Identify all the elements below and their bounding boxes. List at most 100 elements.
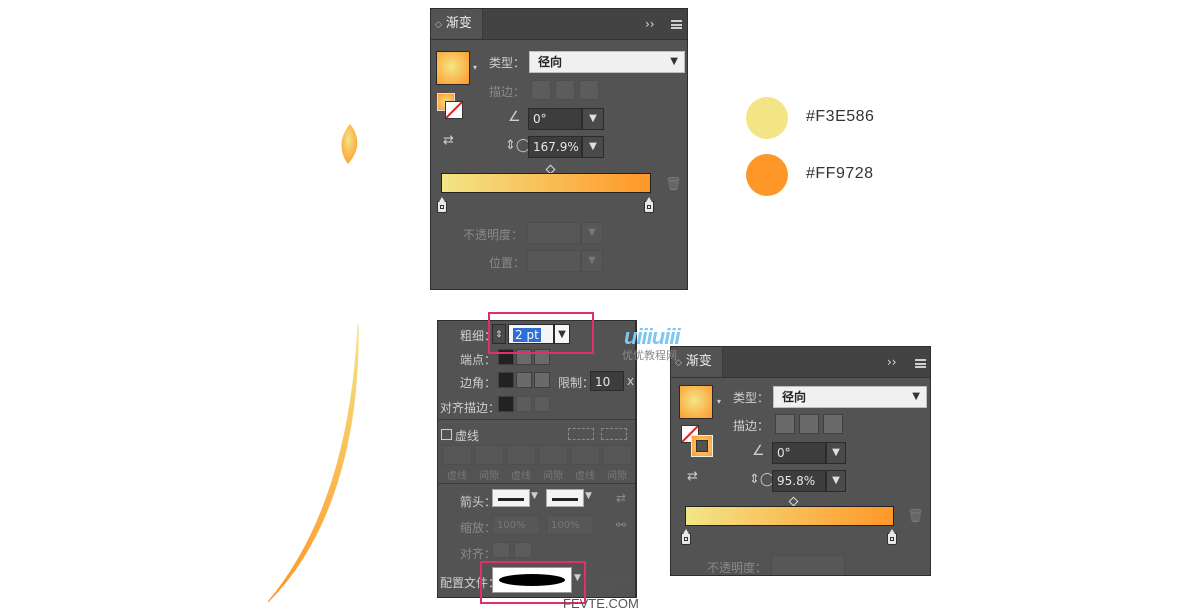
align-outside-button[interactable]: [534, 396, 550, 412]
divider: [438, 419, 635, 420]
type-select[interactable]: 径向 ▼: [529, 51, 685, 73]
chevron-down-icon[interactable]: ▼: [585, 491, 592, 501]
uiiiuiii-text: 优优教程网: [622, 350, 677, 362]
stroke-across-button[interactable]: [579, 80, 599, 100]
more-icon[interactable]: ››: [887, 347, 897, 377]
petal-shape: [341, 124, 358, 164]
opacity-input[interactable]: [527, 222, 581, 244]
legend-label-orange: #FF9728: [806, 165, 874, 182]
scale-value-start: 100%: [497, 520, 526, 531]
dash-gap-input[interactable]: [442, 445, 472, 465]
position-dropdown[interactable]: ▼: [581, 250, 603, 272]
align-inside-button[interactable]: [516, 396, 532, 412]
scale-input-end[interactable]: 100%: [546, 515, 594, 535]
color-stop-right[interactable]: [644, 197, 654, 213]
tab-gradient[interactable]: ◇ 渐变: [431, 9, 483, 39]
swap-arrows-icon[interactable]: ⇄: [616, 491, 626, 505]
legend-swatch-orange: [746, 154, 788, 196]
angle-dropdown[interactable]: ▼: [582, 108, 604, 130]
start-arrow-select[interactable]: [492, 489, 530, 507]
dash-gap-input[interactable]: [602, 445, 632, 465]
tab-title: 渐变: [445, 16, 472, 31]
dash-gap-input[interactable]: [570, 445, 600, 465]
aspect-ratio-input[interactable]: 95.8%: [772, 470, 826, 492]
link-icon[interactable]: ⚯: [616, 518, 626, 532]
position-input[interactable]: [527, 250, 581, 272]
panel-menu-icon[interactable]: [915, 359, 926, 368]
gradient-slider[interactable]: [441, 173, 651, 193]
aspect-ratio-icon: ⇕◯: [505, 138, 531, 153]
opacity-dropdown[interactable]: ▼: [581, 222, 603, 244]
arrow-tip-at-end-button[interactable]: [514, 542, 532, 558]
aspect-dropdown[interactable]: ▼: [582, 136, 604, 158]
reverse-gradient-icon[interactable]: ⇄: [687, 469, 698, 484]
stroke-across-button[interactable]: [823, 414, 843, 434]
end-arrow-select[interactable]: [546, 489, 584, 507]
stroke-within-button[interactable]: [531, 80, 551, 100]
stroke-label: 描边：: [489, 85, 526, 99]
color-stop-left[interactable]: [437, 197, 447, 213]
dashed-label: 虚线: [455, 429, 480, 443]
opacity-input[interactable]: [771, 555, 845, 575]
scale-value-end: 100%: [551, 520, 580, 531]
stroke-swatch-none[interactable]: [445, 101, 463, 119]
chevron-down-icon[interactable]: ▼: [531, 491, 538, 501]
limit-unit: x: [627, 374, 635, 388]
dash-gap-input[interactable]: [538, 445, 568, 465]
dash-align-icon[interactable]: [601, 428, 627, 440]
stroke-along-button[interactable]: [799, 414, 819, 434]
stroke-along-button[interactable]: [555, 80, 575, 100]
panel-tabbar: ◇ 渐变 ››: [431, 9, 687, 40]
aspect-dropdown[interactable]: ▼: [826, 470, 846, 492]
dash-preserve-icon[interactable]: [568, 428, 594, 440]
scale-input-start[interactable]: 100%: [492, 515, 540, 535]
color-stop-left[interactable]: [681, 529, 691, 545]
swatch-dropdown-icon[interactable]: ▾: [717, 397, 721, 406]
align-label: 对齐：: [460, 547, 497, 561]
fevte-text: 飞特网: [584, 576, 630, 593]
aspect-ratio-icon: ⇕◯: [749, 472, 775, 487]
color-stop-right[interactable]: [887, 529, 897, 545]
angle-input[interactable]: 0°: [528, 108, 582, 130]
tab-gradient[interactable]: ◇ 渐变: [671, 347, 723, 377]
stroke-within-button[interactable]: [775, 414, 795, 434]
trash-icon[interactable]: 🗑: [665, 177, 682, 192]
angle-icon: ∠: [508, 109, 521, 125]
arrow-tip-beyond-button[interactable]: [492, 542, 510, 558]
panel-menu-icon[interactable]: [671, 20, 682, 29]
type-select[interactable]: 径向 ▼: [773, 386, 927, 408]
collapse-icon[interactable]: ◇: [435, 20, 442, 30]
midpoint-diamond-icon[interactable]: [788, 496, 799, 507]
reverse-gradient-icon[interactable]: ⇄: [443, 133, 454, 148]
aspect-ratio-input[interactable]: 167.9%: [528, 136, 582, 158]
dash-gap-input[interactable]: [474, 445, 504, 465]
round-join-button[interactable]: [516, 372, 532, 388]
dashed-checkbox[interactable]: [441, 429, 452, 440]
bevel-join-button[interactable]: [534, 372, 550, 388]
type-label: 类型：: [733, 391, 770, 405]
chevron-down-icon: ▼: [670, 56, 678, 67]
gradient-swatch[interactable]: [436, 51, 470, 85]
trash-icon[interactable]: 🗑: [907, 509, 924, 524]
gradient-swatch[interactable]: [679, 385, 713, 419]
align-center-button[interactable]: [498, 396, 514, 412]
gradient-panel-top: ◇ 渐变 ›› ▾ ⇄ 类型： 径向 ▼ 描边： ∠ 0° ▼ ⇕◯ 167.9%…: [430, 8, 688, 290]
dash-gap-label: 虚线: [575, 471, 595, 482]
stroke-swatch[interactable]: [691, 435, 713, 457]
dash-gap-label: 间隙: [607, 471, 627, 482]
scale-label: 缩放：: [460, 521, 497, 535]
type-label: 类型：: [489, 56, 526, 70]
dash-gap-input[interactable]: [506, 445, 536, 465]
limit-input[interactable]: 10: [590, 371, 624, 391]
more-icon[interactable]: ››: [645, 9, 655, 39]
miter-join-button[interactable]: [498, 372, 514, 388]
angle-input[interactable]: 0°: [772, 442, 826, 464]
swatch-dropdown-icon[interactable]: ▾: [473, 63, 477, 72]
gradient-panel-bottom: ◇ 渐变 ›› ▾ ⇄ 类型： 径向 ▼ 描边： ∠ 0° ▼ ⇕◯ 95.8% …: [670, 346, 931, 576]
angle-dropdown[interactable]: ▼: [826, 442, 846, 464]
arrowhead-label: 箭头：: [460, 495, 497, 509]
gradient-slider[interactable]: [685, 506, 894, 526]
fevte-url: FEVTE.COM: [563, 596, 639, 611]
panel-tabbar: ◇ 渐变 ››: [671, 347, 930, 378]
dash-gap-label: 间隙: [543, 471, 563, 482]
